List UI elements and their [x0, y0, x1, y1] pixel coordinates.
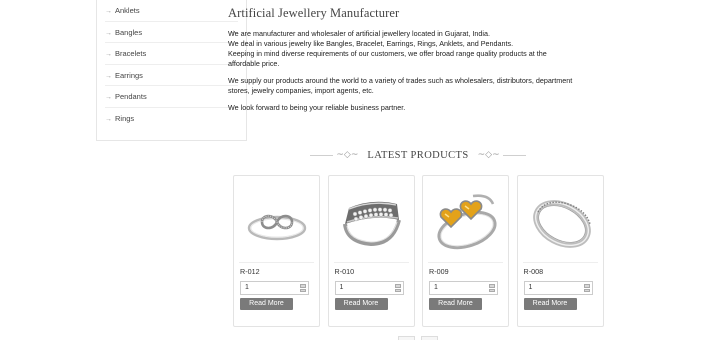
- stepper-up-icon[interactable]: [489, 284, 495, 288]
- stepper-down-icon[interactable]: [394, 288, 401, 292]
- ornament-right-icon: ~◇~: [477, 150, 500, 160]
- sidebar-item-earrings[interactable]: → Earrings: [105, 65, 238, 86]
- quantity-input[interactable]: 1: [429, 281, 498, 295]
- sidebar-item-label: Bangles: [115, 27, 143, 37]
- sidebar-item-bracelets[interactable]: → Bracelets: [105, 43, 238, 65]
- sidebar-item-label: Bracelets: [115, 49, 147, 58]
- quantity-value: 1: [528, 284, 533, 291]
- stepper-down-icon[interactable]: [300, 288, 306, 292]
- intro-line: We deal in various jewelry like Bangles,…: [228, 39, 514, 48]
- intro-paragraph-1: We are manufacturer and wholesaler of ar…: [228, 29, 608, 69]
- sidebar-item-label: Anklets: [115, 6, 140, 15]
- pager-prev-button[interactable]: [398, 336, 415, 340]
- read-more-button[interactable]: Read More: [334, 298, 388, 310]
- quantity-stepper[interactable]: [300, 284, 306, 292]
- product-code: R-012: [240, 267, 260, 276]
- divider: [333, 262, 409, 263]
- read-more-button[interactable]: Read More: [523, 298, 577, 310]
- product-code: R-010: [334, 267, 355, 276]
- stepper-up-icon[interactable]: [583, 284, 590, 288]
- sidebar-item-label: Rings: [115, 113, 135, 123]
- stepper-down-icon[interactable]: [583, 288, 590, 292]
- stepper-up-icon[interactable]: [394, 284, 401, 288]
- arrow-icon: →: [105, 94, 112, 101]
- intro-line: We are manufacturer and wholesaler of ar…: [228, 29, 490, 38]
- product-card: R-010 1 Read More: [327, 175, 415, 327]
- product-card: R-012 1 Read More: [233, 175, 320, 327]
- quantity-stepper[interactable]: [489, 284, 495, 292]
- sidebar-item-label: Pendants: [115, 92, 147, 101]
- product-card: R-008 1 Read More: [516, 175, 604, 327]
- arrow-icon: →: [105, 51, 112, 58]
- stepper-down-icon[interactable]: [489, 288, 495, 292]
- stepper-up-icon[interactable]: [300, 284, 306, 288]
- ornament-left-icon: ~◇~: [336, 150, 359, 160]
- product-code: R-009: [429, 267, 449, 276]
- divider: [310, 154, 334, 156]
- quantity-value: 1: [245, 284, 249, 291]
- intro-line: We supply our products around the world …: [228, 76, 573, 85]
- arrow-icon: →: [105, 8, 112, 15]
- pager-next-button[interactable]: [421, 336, 438, 340]
- intro-paragraph-2: We supply our products around the world …: [228, 76, 608, 96]
- page-title: Artificial Jewellery Manufacturer: [228, 6, 400, 20]
- divider: [502, 154, 527, 156]
- read-more-button[interactable]: Read More: [429, 298, 482, 310]
- quantity-input[interactable]: 1: [523, 281, 593, 295]
- product-card: R-009 1 Read More: [422, 175, 509, 327]
- arrow-icon: →: [105, 72, 112, 80]
- arrow-icon: →: [105, 115, 112, 123]
- quantity-stepper[interactable]: [583, 284, 590, 292]
- quantity-input[interactable]: 1: [334, 281, 404, 295]
- read-more-button[interactable]: Read More: [240, 298, 293, 310]
- divider: [428, 262, 503, 263]
- quantity-stepper[interactable]: [394, 284, 401, 292]
- intro-section: Artificial Jewellery Manufacturer We are…: [228, 6, 608, 113]
- infinity-ring-image[interactable]: [240, 184, 314, 256]
- band-ring-image[interactable]: [335, 184, 409, 256]
- section-title: LATEST PRODUCTS: [367, 149, 469, 161]
- sidebar-item-label: Earrings: [115, 70, 143, 80]
- sidebar-item-bangles[interactable]: → Bangles +: [105, 22, 238, 43]
- quantity-input[interactable]: 1: [240, 281, 309, 295]
- sidebar-item-anklets[interactable]: → Anklets: [105, 0, 238, 22]
- divider: [522, 262, 598, 263]
- sidebar-item-pendants[interactable]: → Pendants: [105, 86, 238, 108]
- intro-line: stores, jewelry companies, import agents…: [228, 86, 374, 95]
- latest-products-heading: ~◇~ LATEST PRODUCTS ~◇~: [310, 147, 527, 163]
- quantity-value: 1: [339, 284, 344, 291]
- quantity-value: 1: [434, 284, 438, 291]
- carousel-pager: [398, 336, 438, 340]
- hearts-ring-image[interactable]: [429, 184, 503, 256]
- product-code: R-008: [523, 267, 544, 276]
- arrow-icon: →: [105, 29, 112, 37]
- divider: [239, 262, 314, 263]
- intro-paragraph-3: We look forward to being your reliable b…: [228, 103, 406, 112]
- sidebar-item-rings[interactable]: → Rings: [105, 108, 238, 130]
- eternity-ring-image[interactable]: [524, 184, 598, 256]
- intro-line: Keeping in mind diverse requirements of …: [228, 49, 547, 58]
- intro-line: affordable price.: [228, 59, 280, 68]
- category-sidebar: → Anklets → Bangles + → Bracelets → Earrings…: [96, 0, 247, 141]
